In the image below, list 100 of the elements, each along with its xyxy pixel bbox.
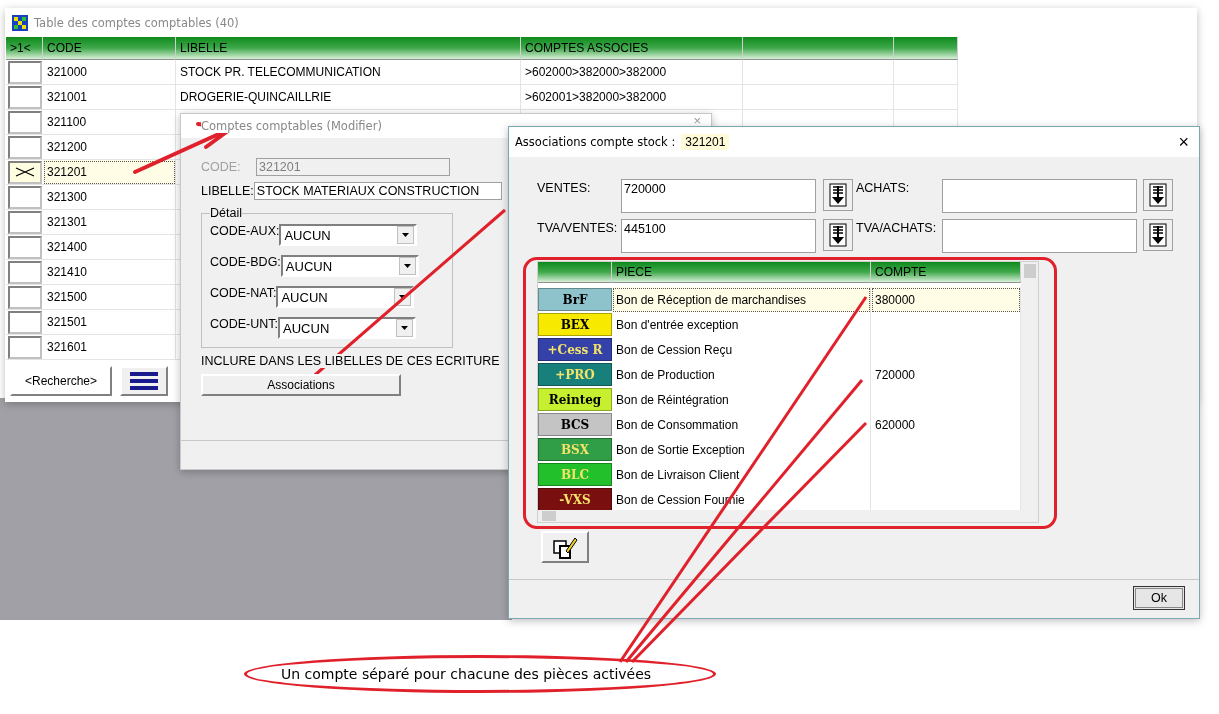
column-header[interactable]: COMPTES ASSOCIES: [521, 37, 743, 60]
field-label: CODE-BDG:: [210, 255, 281, 269]
account-field[interactable]: 445100: [621, 219, 816, 253]
edit-icon: [552, 535, 578, 559]
table-cell: Bon de Réintégration: [612, 387, 871, 413]
table-cell: 321201: [43, 160, 176, 185]
menu-button[interactable]: [120, 366, 168, 396]
row-checkbox[interactable]: [7, 85, 42, 109]
row-checkbox[interactable]: [7, 335, 42, 359]
caret-icon: [401, 326, 409, 330]
row-checkbox[interactable]: [7, 310, 42, 334]
caret-icon: [399, 295, 407, 299]
column-header[interactable]: COMPTE: [871, 262, 1021, 283]
field-label: LIBELLE:: [201, 184, 254, 198]
caret-icon: [402, 233, 410, 237]
row-checkbox[interactable]: [7, 185, 42, 209]
account-field[interactable]: 720000: [621, 179, 816, 213]
account-field[interactable]: [942, 219, 1137, 253]
include-label: INCLURE DANS LES LIBELLES DE CES ECRITURE: [201, 354, 500, 368]
dropdown[interactable]: AUCUN: [280, 255, 419, 277]
arrow-down-icon: [1148, 183, 1168, 207]
table-cell: 321400: [43, 235, 176, 260]
column-header[interactable]: >1<: [6, 37, 43, 60]
table-cell: >602001>382000>382000: [521, 85, 743, 110]
row-checkbox[interactable]: [7, 135, 42, 159]
row-checkbox[interactable]: [7, 260, 42, 284]
table-cell: 321300: [43, 185, 176, 210]
row-checkbox[interactable]: [7, 160, 42, 184]
table-cell: 321200: [43, 135, 176, 160]
row-checkbox[interactable]: [7, 235, 42, 259]
account-field[interactable]: [942, 179, 1137, 213]
field-label: CODE-UNT:: [210, 317, 279, 331]
field-label: ACHATS:: [856, 180, 911, 195]
dialog-title: Comptes comptables (Modifier): [201, 119, 382, 133]
code-field: 321201: [256, 158, 450, 176]
table-cell: 321501: [43, 310, 176, 335]
arrow-down-icon: [1148, 223, 1168, 247]
close-button[interactable]: ×: [1174, 133, 1193, 151]
table-cell: Bon de Consommation: [612, 412, 871, 438]
vertical-scrollbar[interactable]: [1021, 262, 1038, 510]
row-checkbox[interactable]: [7, 110, 42, 134]
table-cell: DROGERIE-QUINCAILLRIE: [176, 85, 521, 110]
table-cell: 321000: [43, 60, 176, 85]
piece-badge: +Cess R: [538, 338, 612, 361]
table-cell: 321601: [43, 335, 176, 360]
stock-code: 321201: [681, 134, 730, 150]
menu-icon: [130, 371, 158, 391]
pick-button[interactable]: [823, 179, 853, 211]
table-cell: 321001: [43, 85, 176, 110]
libelle-field[interactable]: STOCK MATERIAUX CONSTRUCTION: [253, 182, 502, 200]
dropdown[interactable]: AUCUN: [278, 317, 417, 339]
search-button[interactable]: <Recherche>: [10, 366, 112, 396]
piece-badge: BSX: [538, 438, 612, 461]
piece-badge: Reinteg: [538, 388, 612, 411]
table-cell: Bon de Production: [612, 362, 871, 388]
row-checkbox[interactable]: [7, 60, 42, 84]
field-label: TVA/ACHATS:: [856, 220, 938, 235]
horizontal-scrollbar[interactable]: [538, 510, 1038, 522]
column-header[interactable]: PIECE: [612, 262, 871, 283]
arrow-down-icon: [828, 223, 848, 247]
piece-badge: BLC: [538, 463, 612, 486]
table-cell: 380000: [871, 287, 1021, 313]
app-icon: [12, 15, 28, 31]
pick-button[interactable]: [1143, 219, 1173, 251]
window-title: Table des comptes comptables (40): [34, 16, 239, 30]
piece-badge: +PRO: [538, 363, 612, 386]
table-cell: Bon de Sortie Exception: [612, 437, 871, 463]
table-cell: 321100: [43, 110, 176, 135]
pick-button[interactable]: [823, 219, 853, 251]
table-cell: 321410: [43, 260, 176, 285]
column-header[interactable]: [538, 262, 612, 283]
piece-badge: BrF: [538, 288, 612, 311]
table-cell: Bon de Livraison Client: [612, 462, 871, 488]
table-cell: 620000: [871, 412, 1021, 438]
pick-button[interactable]: [1143, 179, 1173, 211]
column-header[interactable]: [894, 37, 958, 60]
column-header[interactable]: LIBELLE: [176, 37, 521, 60]
column-header[interactable]: [743, 37, 894, 60]
table-cell: >602000>382000>382000: [521, 60, 743, 85]
caret-icon: [403, 264, 411, 268]
field-label: VENTES:: [537, 180, 592, 195]
field-label: CODE-AUX:: [210, 224, 280, 238]
dialog-title: Associations compte stock :: [515, 135, 676, 149]
edit-button[interactable]: [541, 531, 589, 563]
cross-icon: [14, 167, 35, 177]
row-checkbox[interactable]: [7, 210, 42, 234]
table-cell: Bon de Réception de marchandises: [612, 287, 871, 313]
table-cell: Bon d'entrée exception: [612, 312, 871, 338]
table-cell: 720000: [871, 362, 1021, 388]
column-header[interactable]: CODE: [43, 37, 176, 60]
ok-button[interactable]: Ok: [1133, 586, 1185, 610]
dropdown[interactable]: AUCUN: [276, 286, 415, 308]
callout-text: Un compte séparé pour chacune des pièces activées: [281, 666, 652, 682]
field-label: CODE:: [201, 160, 242, 174]
table-cell: 321500: [43, 285, 176, 310]
associations-button[interactable]: Associations: [201, 374, 401, 396]
row-checkbox[interactable]: [7, 285, 42, 309]
group-title: Détail: [210, 206, 242, 220]
dropdown[interactable]: AUCUN: [279, 224, 418, 246]
piece-badge: BEX: [538, 313, 612, 336]
